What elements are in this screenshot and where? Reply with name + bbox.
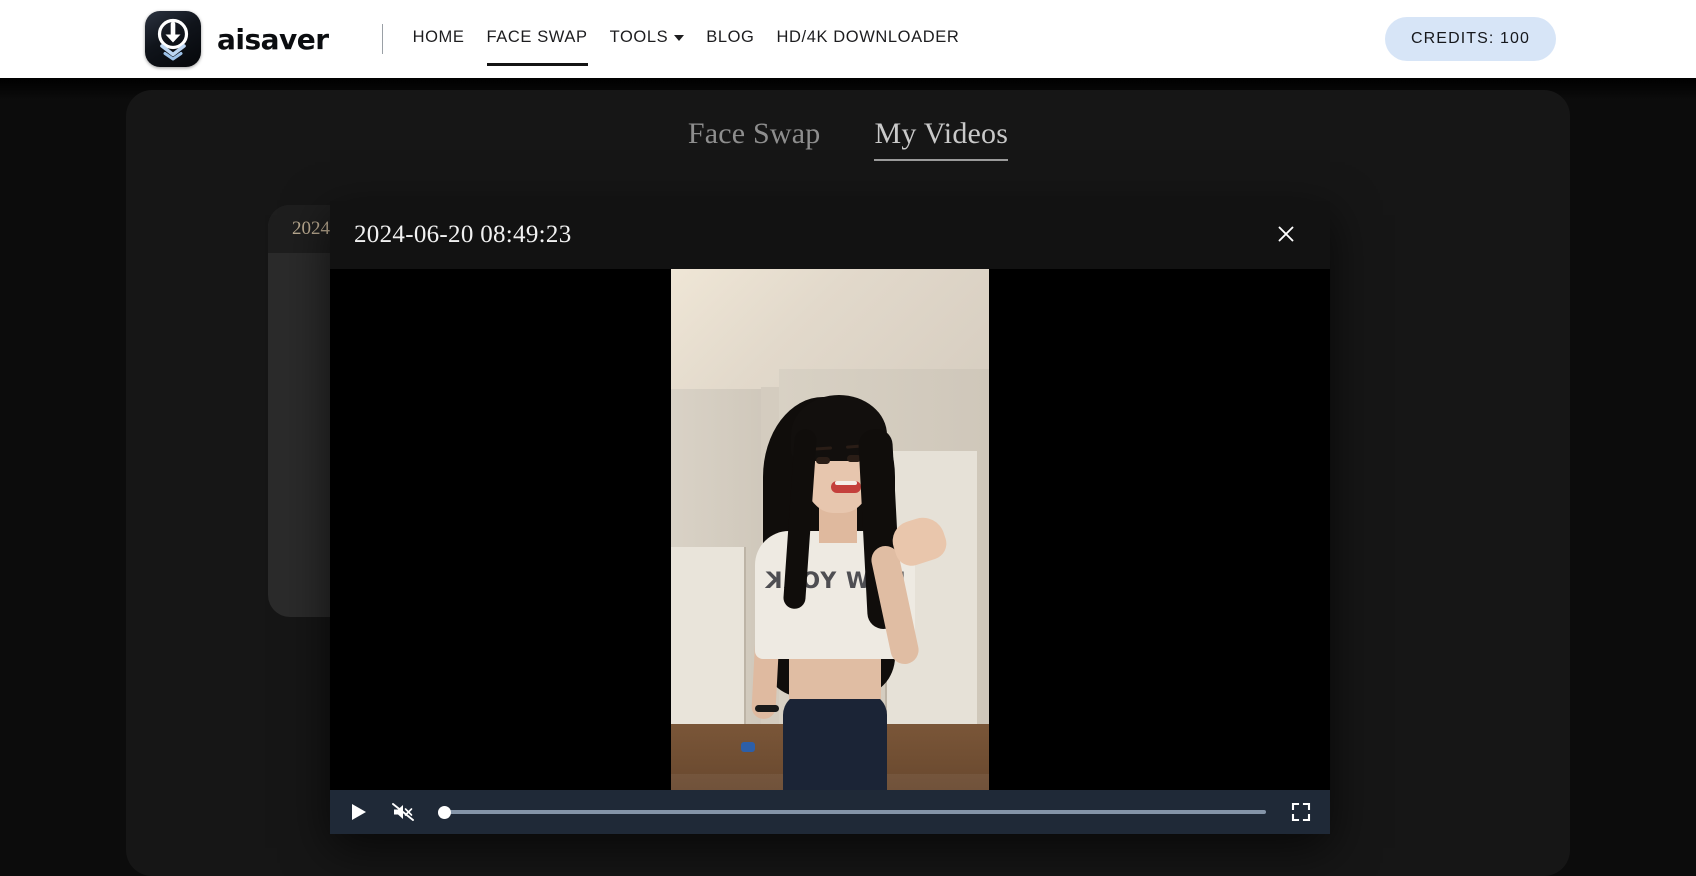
nav-link-blog[interactable]: BLOG <box>706 28 754 50</box>
download-arrow-logo-icon <box>145 11 201 67</box>
video-frame: NEW YORK <box>671 269 989 834</box>
page-root: aisaver HOME FACE SWAP TOOLS BLOG HD/4K … <box>0 0 1696 876</box>
nav-link-tools-label: TOOLS <box>609 28 669 46</box>
tab-bar: Face Swap My Videos <box>126 117 1570 161</box>
fullscreen-icon[interactable] <box>1286 797 1316 827</box>
video-player[interactable]: NEW YORK <box>330 269 1330 834</box>
play-icon[interactable] <box>344 797 374 827</box>
brand-logo-link[interactable]: aisaver <box>145 11 329 67</box>
nav-links: HOME FACE SWAP TOOLS BLOG HD/4K DOWNLOAD… <box>413 28 960 66</box>
video-preview-modal: 2024-06-20 08:49:23 NEW YORK <box>330 201 1330 834</box>
nav-link-tools[interactable]: TOOLS <box>610 28 685 50</box>
video-progress-handle[interactable] <box>438 805 451 819</box>
close-icon[interactable] <box>1267 215 1305 253</box>
tab-my-videos[interactable]: My Videos <box>874 117 1008 161</box>
nav-link-face-swap[interactable]: FACE SWAP <box>486 28 588 66</box>
nav-link-hd4k-downloader[interactable]: HD/4K DOWNLOADER <box>776 28 959 50</box>
video-progress-slider[interactable] <box>438 797 1266 827</box>
brand-name: aisaver <box>217 22 329 56</box>
nav-divider <box>381 24 383 54</box>
modal-header: 2024-06-20 08:49:23 <box>330 201 1330 269</box>
credits-badge[interactable]: CREDITS: 100 <box>1384 17 1556 61</box>
video-controls-bar <box>330 790 1330 834</box>
top-navbar: aisaver HOME FACE SWAP TOOLS BLOG HD/4K … <box>0 0 1696 78</box>
modal-title: 2024-06-20 08:49:23 <box>354 221 572 248</box>
chevron-down-icon <box>674 34 685 41</box>
nav-link-home[interactable]: HOME <box>413 28 465 50</box>
video-scene: NEW YORK <box>671 269 989 834</box>
tab-face-swap[interactable]: Face Swap <box>688 117 821 161</box>
volume-muted-icon[interactable] <box>388 797 418 827</box>
video-progress-track <box>438 810 1266 814</box>
